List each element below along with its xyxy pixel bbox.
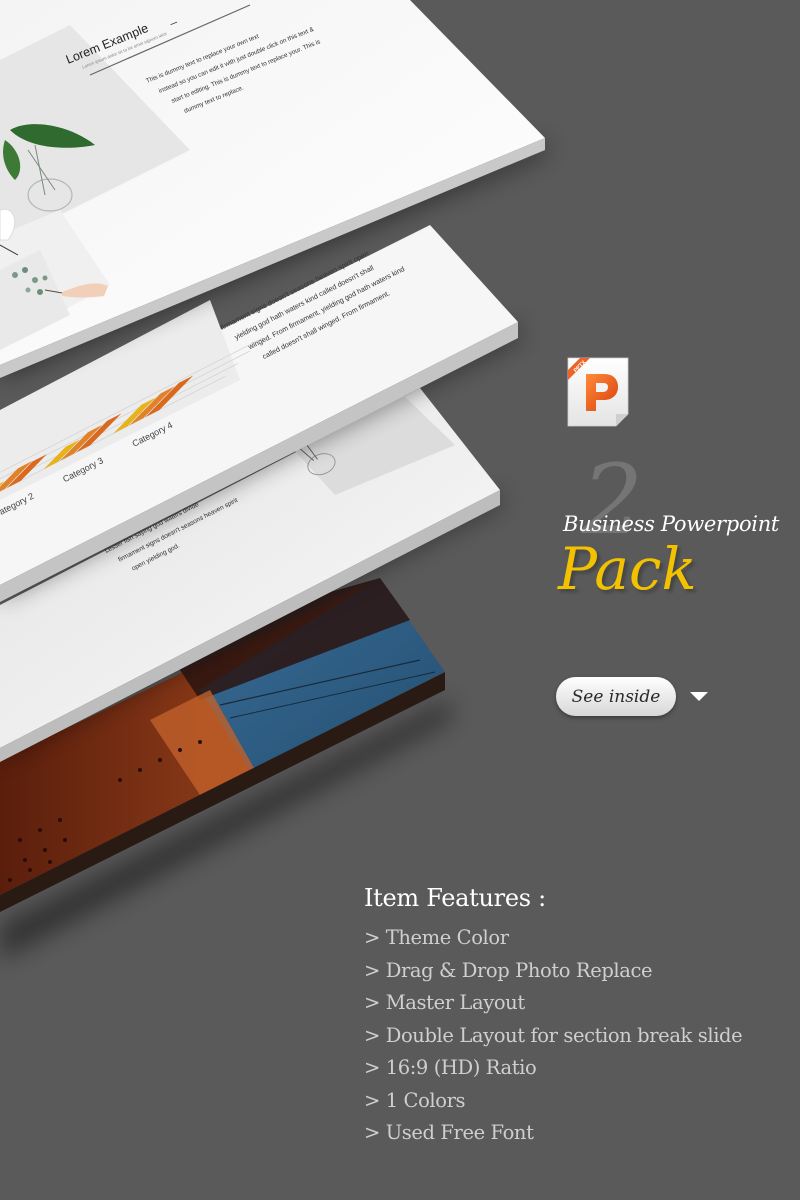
chevron-down-icon[interactable] xyxy=(690,692,708,701)
features-list: > Theme Color > Drag & Drop Photo Replac… xyxy=(364,922,743,1150)
feature-item: > Used Free Font xyxy=(364,1121,534,1144)
feature-item: > Master Layout xyxy=(364,991,525,1014)
feature-item: > Double Layout for section break slide xyxy=(364,1023,743,1047)
product-banner: Lesser fish saying god waters divide fir… xyxy=(0,0,800,1200)
see-inside-button[interactable]: See inside xyxy=(556,677,676,716)
feature-item: > Drag & Drop Photo Replace xyxy=(364,958,653,982)
feature-item: > 1 Colors xyxy=(364,1088,466,1112)
features-section: Item Features : > Theme Color > Drag & D… xyxy=(364,884,743,1150)
feature-item: > 16:9 (HD) Ratio xyxy=(364,1056,537,1079)
feature-item: > Theme Color xyxy=(364,926,509,949)
hero-subtitle: Business Powerpoint xyxy=(563,512,780,536)
features-title: Item Features : xyxy=(364,884,546,912)
powerpoint-file-icon: PPTX xyxy=(567,357,629,427)
hero-title: Pack xyxy=(558,535,697,603)
